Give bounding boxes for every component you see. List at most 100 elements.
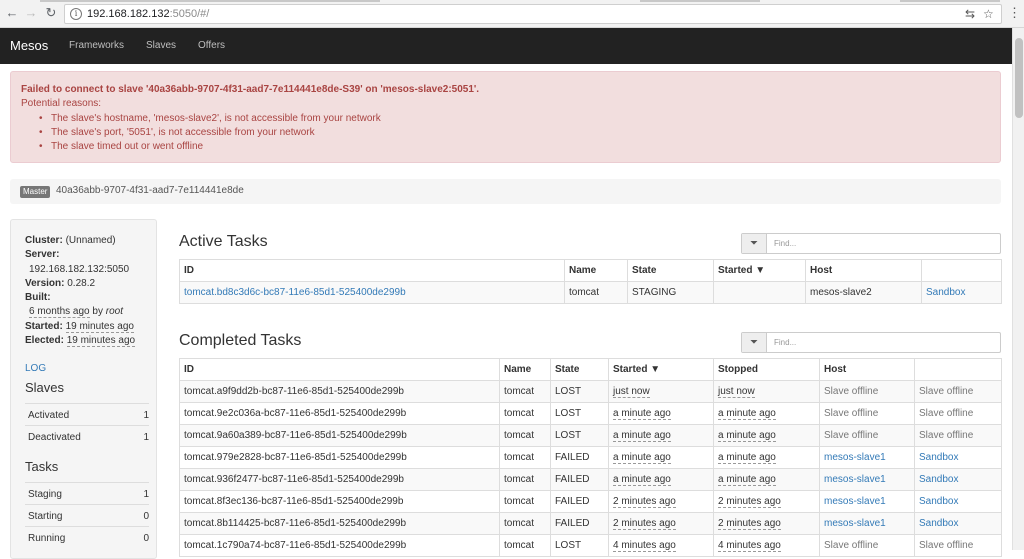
active-tasks-title: Active Tasks [179, 233, 268, 250]
table-row: tomcat.8f3ec136-bc87-11e6-85d1-525400de2… [179, 490, 1002, 513]
col-id[interactable]: ID [179, 259, 565, 282]
task-state: LOST [555, 430, 582, 441]
scrollbar-thumb[interactable] [1015, 38, 1023, 118]
col-id[interactable]: ID [179, 358, 500, 381]
task-stopped: a minute ago [718, 474, 776, 486]
error-alert: Failed to connect to slave '40a36abb-970… [10, 71, 1001, 163]
built-ago: 6 months ago [29, 306, 90, 319]
completed-tasks-body: tomcat.a9f9dd2b-bc87-11e6-85d1-525400de2… [179, 380, 1002, 557]
elected-value: 19 minutes ago [66, 335, 136, 348]
task-host[interactable]: mesos-slave1 [824, 452, 886, 463]
info-icon[interactable]: i [70, 8, 82, 20]
task-id: tomcat.979e2828-bc87-11e6-85d1-525400de2… [184, 452, 407, 463]
task-id-link[interactable]: tomcat.bd8c3d6c-bc87-11e6-85d1-525400de2… [184, 287, 406, 298]
sandbox-link[interactable]: Sandbox [919, 496, 958, 507]
sandbox-offline: Slave offline [919, 408, 974, 419]
stat-label: Deactivated [28, 432, 81, 443]
task-name: tomcat [504, 408, 535, 419]
task-state: FAILED [555, 452, 590, 463]
task-host: Slave offline [824, 386, 879, 397]
translate-icon[interactable]: ⇆ [965, 7, 975, 21]
completed-tasks-table: ID Name State Started ▼ Stopped Host tom… [179, 358, 1002, 557]
sandbox-link[interactable]: Sandbox [919, 474, 958, 485]
task-id: tomcat.8b114425-bc87-11e6-85d1-525400de2… [184, 518, 407, 529]
task-name: tomcat [504, 386, 535, 397]
nav-frameworks[interactable]: Frameworks [69, 40, 124, 51]
master-id: 40a36abb-9707-4f31-aad7-7e114441e8de [56, 185, 244, 196]
find-placeholder: Find... [774, 239, 797, 248]
task-started: a minute ago [613, 452, 671, 464]
filter-icon[interactable]: ⏷ [742, 333, 767, 352]
task-stopped: just now [718, 386, 755, 398]
table-row: tomcat.979e2828-bc87-11e6-85d1-525400de2… [179, 446, 1002, 469]
col-started[interactable]: Started ▼ [713, 259, 806, 282]
stat-value: 1 [143, 489, 149, 500]
task-state: FAILED [555, 496, 590, 507]
task-stopped: a minute ago [718, 430, 776, 442]
active-tasks-find[interactable]: ⏷ Find... [741, 233, 1001, 254]
col-state[interactable]: State [550, 358, 609, 381]
brand-logo[interactable]: Mesos [10, 38, 48, 53]
sandbox-offline: Slave offline [919, 540, 974, 551]
stat-label: Staging [28, 489, 62, 500]
nav-slaves[interactable]: Slaves [146, 40, 176, 51]
cluster-info: Cluster: (Unnamed) Server: 192.168.182.1… [25, 234, 150, 348]
page-scrollbar[interactable] [1012, 28, 1024, 550]
task-host: Slave offline [824, 430, 879, 441]
nav-offers[interactable]: Offers [198, 40, 225, 51]
browser-menu-icon[interactable]: ⋮ [1008, 5, 1021, 21]
log-link[interactable]: LOG [25, 363, 46, 374]
reload-icon[interactable]: ↻ [44, 6, 58, 20]
task-stopped: 2 minutes ago [718, 496, 781, 508]
task-name: tomcat [504, 474, 535, 485]
col-name[interactable]: Name [499, 358, 551, 381]
bookmark-star-icon[interactable]: ☆ [983, 7, 994, 21]
stat-value: 0 [143, 511, 149, 522]
task-id: tomcat.9e2c036a-bc87-11e6-85d1-525400de2… [184, 408, 407, 419]
task-name: tomcat [504, 430, 535, 441]
tasks-staging-row: Staging 1 [25, 482, 149, 504]
cluster-sidebar: Cluster: (Unnamed) Server: 192.168.182.1… [10, 219, 157, 559]
task-host[interactable]: mesos-slave1 [824, 474, 886, 485]
sandbox-link[interactable]: Sandbox [919, 518, 958, 529]
stat-label: Running [28, 533, 66, 544]
completed-tasks-find[interactable]: ⏷ Find... [741, 332, 1001, 353]
cluster-label: Cluster: [25, 235, 63, 246]
task-state: FAILED [555, 474, 590, 485]
task-name: tomcat [504, 496, 535, 507]
filter-icon[interactable]: ⏷ [742, 234, 767, 253]
col-sandbox [914, 358, 1002, 381]
alert-subtitle: Potential reasons: [21, 98, 102, 109]
alert-reason: The slave timed out or went offline [39, 140, 381, 154]
table-header-row: ID Name State Started ▼ Stopped Host [179, 358, 1002, 381]
task-id: tomcat.1c790a74-bc87-11e6-85d1-525400de2… [184, 540, 407, 551]
task-id: tomcat.9a60a389-bc87-11e6-85d1-525400de2… [184, 430, 407, 441]
browser-toolbar: ← → ↻ i 192.168.182.132:5050/#/ ⇆ ☆ ⋮ [0, 0, 1024, 28]
task-id: tomcat.a9f9dd2b-bc87-11e6-85d1-525400de2… [184, 386, 404, 397]
col-state[interactable]: State [627, 259, 714, 282]
master-badge: Master [20, 186, 51, 198]
server-value: 192.168.182.132:5050 [29, 263, 130, 275]
tasks-heading: Tasks [25, 459, 59, 474]
task-host[interactable]: mesos-slave1 [824, 496, 886, 507]
url-text: 192.168.182.132:5050/#/ [87, 8, 210, 20]
task-name: tomcat [504, 518, 535, 529]
col-host[interactable]: Host [819, 358, 915, 381]
active-tasks-table: ID Name State Started ▼ Host tomcat.bd8c… [179, 259, 1002, 304]
forward-icon[interactable]: → [24, 6, 38, 20]
col-started[interactable]: Started ▼ [608, 358, 714, 381]
col-host[interactable]: Host [805, 259, 922, 282]
address-bar[interactable]: i 192.168.182.132:5050/#/ ⇆ ☆ [64, 4, 1002, 24]
top-navbar: Mesos Frameworks Slaves Offers [0, 28, 1012, 64]
back-icon[interactable]: ← [5, 6, 19, 20]
tasks-running-row: Running 0 [25, 526, 149, 548]
task-id: tomcat.936f2477-bc87-11e6-85d1-525400de2… [184, 474, 404, 485]
sandbox-link[interactable]: Sandbox [926, 287, 965, 298]
task-host[interactable]: mesos-slave1 [824, 518, 886, 529]
task-started: just now [613, 386, 650, 398]
col-name[interactable]: Name [564, 259, 628, 282]
version-label: Version: [25, 277, 65, 289]
sandbox-offline: Slave offline [919, 386, 974, 397]
sandbox-link[interactable]: Sandbox [919, 452, 958, 463]
col-stopped[interactable]: Stopped [713, 358, 820, 381]
